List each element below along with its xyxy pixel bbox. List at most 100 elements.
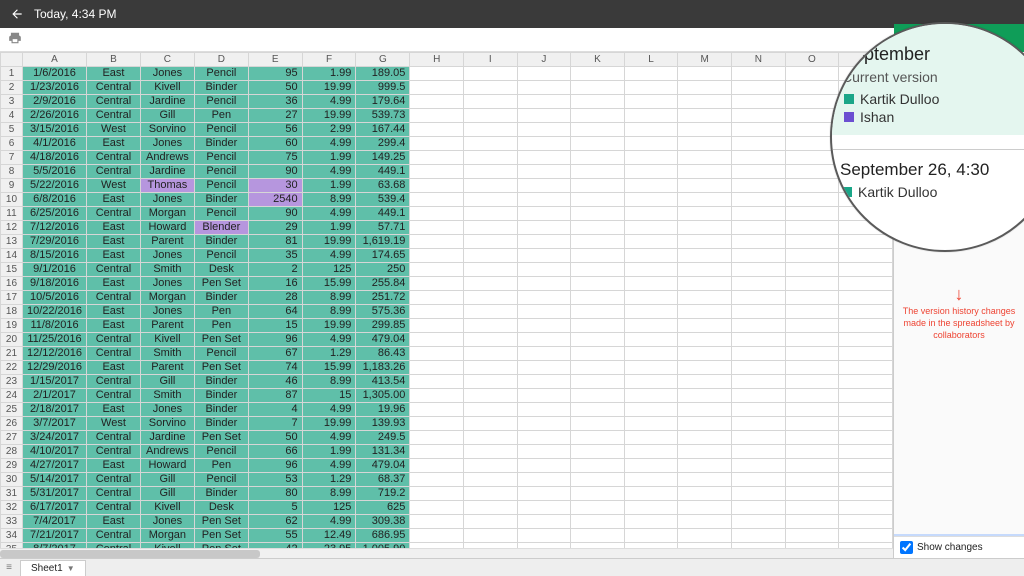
cell[interactable] bbox=[732, 95, 786, 109]
cell[interactable]: 53 bbox=[248, 473, 302, 487]
column-header[interactable]: G bbox=[356, 53, 410, 67]
cell[interactable] bbox=[839, 431, 893, 445]
cell[interactable] bbox=[785, 179, 839, 193]
cell[interactable] bbox=[571, 95, 625, 109]
cell[interactable]: 1,305.00 bbox=[356, 389, 410, 403]
cell[interactable] bbox=[839, 319, 893, 333]
cell[interactable]: 19.99 bbox=[302, 109, 356, 123]
cell[interactable] bbox=[785, 487, 839, 501]
cell[interactable] bbox=[785, 347, 839, 361]
cell[interactable] bbox=[464, 445, 518, 459]
cell[interactable] bbox=[410, 165, 464, 179]
cell[interactable]: 12/29/2016 bbox=[22, 361, 86, 375]
cell[interactable] bbox=[785, 529, 839, 543]
show-changes-checkbox[interactable] bbox=[900, 541, 913, 554]
row-header[interactable]: 33 bbox=[1, 515, 23, 529]
cell[interactable] bbox=[624, 319, 678, 333]
row-header[interactable]: 23 bbox=[1, 375, 23, 389]
row-header[interactable]: 3 bbox=[1, 95, 23, 109]
cell[interactable]: 686.95 bbox=[356, 529, 410, 543]
cell[interactable] bbox=[517, 473, 571, 487]
cell[interactable]: Pen Set bbox=[194, 333, 248, 347]
cell[interactable] bbox=[571, 431, 625, 445]
cell[interactable] bbox=[785, 501, 839, 515]
cell[interactable]: 95 bbox=[248, 67, 302, 81]
cell[interactable]: Howard bbox=[140, 221, 194, 235]
cell[interactable]: East bbox=[87, 277, 141, 291]
cell[interactable] bbox=[410, 473, 464, 487]
cell[interactable] bbox=[678, 109, 732, 123]
cell[interactable] bbox=[571, 291, 625, 305]
cell[interactable]: 255.84 bbox=[356, 277, 410, 291]
cell[interactable]: 174.65 bbox=[356, 249, 410, 263]
cell[interactable]: 15 bbox=[248, 319, 302, 333]
cell[interactable] bbox=[517, 445, 571, 459]
cell[interactable] bbox=[732, 81, 786, 95]
column-header[interactable]: F bbox=[302, 53, 356, 67]
cell[interactable]: 1,619.19 bbox=[356, 235, 410, 249]
cell[interactable]: 479.04 bbox=[356, 333, 410, 347]
cell[interactable]: Desk bbox=[194, 263, 248, 277]
cell[interactable] bbox=[785, 431, 839, 445]
table-row[interactable]: 337/4/2017EastJonesPen Set624.99309.38 bbox=[1, 515, 893, 529]
cell[interactable] bbox=[785, 375, 839, 389]
cell[interactable] bbox=[410, 361, 464, 375]
cell[interactable] bbox=[732, 263, 786, 277]
cell[interactable]: Jones bbox=[140, 403, 194, 417]
cell[interactable] bbox=[678, 403, 732, 417]
cell[interactable] bbox=[624, 375, 678, 389]
scrollbar-thumb[interactable] bbox=[0, 550, 260, 558]
print-icon[interactable] bbox=[8, 31, 22, 48]
cell[interactable] bbox=[785, 235, 839, 249]
cell[interactable]: Jones bbox=[140, 193, 194, 207]
cell[interactable] bbox=[678, 473, 732, 487]
cell[interactable] bbox=[624, 221, 678, 235]
cell[interactable] bbox=[732, 347, 786, 361]
cell[interactable]: Jardine bbox=[140, 431, 194, 445]
cell[interactable]: East bbox=[87, 459, 141, 473]
cell[interactable] bbox=[517, 319, 571, 333]
cell[interactable]: 413.54 bbox=[356, 375, 410, 389]
cell[interactable]: Pen bbox=[194, 109, 248, 123]
cell[interactable] bbox=[732, 249, 786, 263]
cell[interactable] bbox=[785, 515, 839, 529]
cell[interactable]: East bbox=[87, 515, 141, 529]
cell[interactable] bbox=[624, 179, 678, 193]
cell[interactable]: 251.72 bbox=[356, 291, 410, 305]
cell[interactable] bbox=[678, 487, 732, 501]
table-row[interactable]: 1810/22/2016EastJonesPen648.99575.36 bbox=[1, 305, 893, 319]
cell[interactable]: 4.99 bbox=[302, 165, 356, 179]
cell[interactable] bbox=[732, 529, 786, 543]
cell[interactable]: 80 bbox=[248, 487, 302, 501]
cell[interactable] bbox=[410, 403, 464, 417]
cell[interactable] bbox=[785, 361, 839, 375]
cell[interactable]: Pen Set bbox=[194, 277, 248, 291]
cell[interactable]: 8.99 bbox=[302, 193, 356, 207]
cell[interactable] bbox=[464, 235, 518, 249]
cell[interactable] bbox=[517, 67, 571, 81]
cell[interactable] bbox=[571, 305, 625, 319]
cell[interactable] bbox=[464, 487, 518, 501]
cell[interactable]: 5/5/2016 bbox=[22, 165, 86, 179]
cell[interactable] bbox=[678, 207, 732, 221]
cell[interactable] bbox=[571, 179, 625, 193]
cell[interactable] bbox=[839, 305, 893, 319]
cell[interactable] bbox=[410, 375, 464, 389]
cell[interactable]: 86.43 bbox=[356, 347, 410, 361]
cell[interactable] bbox=[839, 333, 893, 347]
cell[interactable] bbox=[624, 109, 678, 123]
cell[interactable]: 2540 bbox=[248, 193, 302, 207]
cell[interactable] bbox=[517, 277, 571, 291]
cell[interactable]: Morgan bbox=[140, 291, 194, 305]
cell[interactable] bbox=[410, 137, 464, 151]
cell[interactable] bbox=[732, 361, 786, 375]
cell[interactable] bbox=[410, 389, 464, 403]
cell[interactable]: Pencil bbox=[194, 123, 248, 137]
cell[interactable]: Kivell bbox=[140, 333, 194, 347]
cell[interactable] bbox=[732, 291, 786, 305]
cell[interactable] bbox=[517, 291, 571, 305]
cell[interactable] bbox=[517, 193, 571, 207]
cell[interactable]: 74 bbox=[248, 361, 302, 375]
cell[interactable]: Binder bbox=[194, 389, 248, 403]
cell[interactable]: East bbox=[87, 193, 141, 207]
